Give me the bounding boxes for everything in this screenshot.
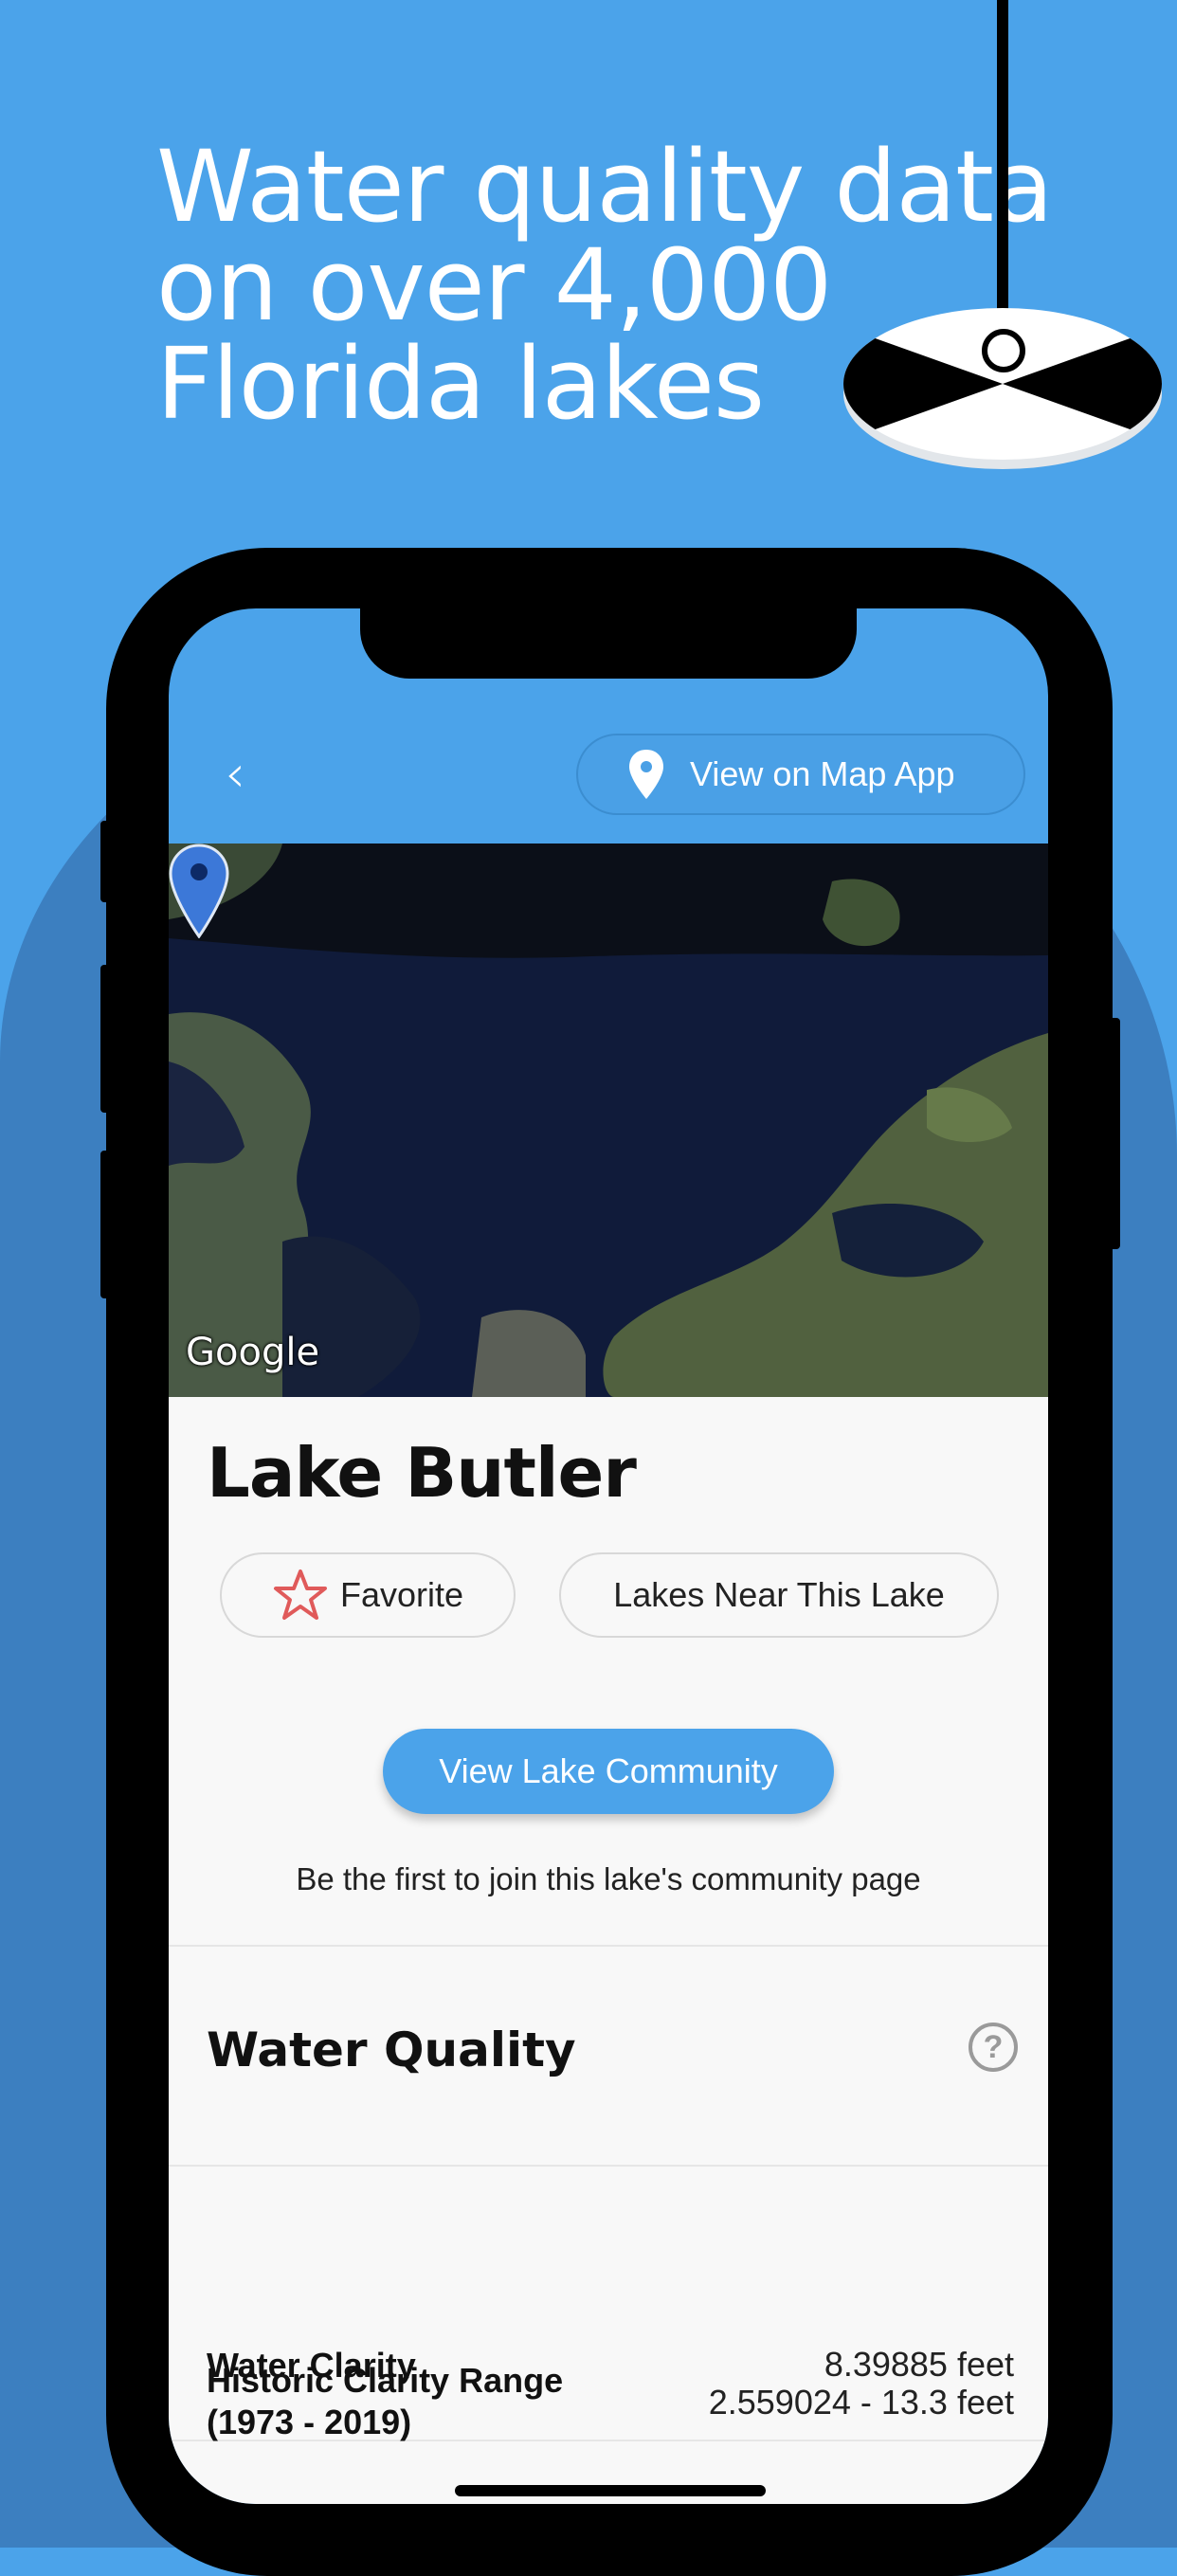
satellite-map[interactable]: Google — [169, 844, 1048, 1397]
divider — [169, 1945, 1048, 1947]
app-screen: ‹ View on Map App Google Lake Butler Fav… — [169, 608, 1048, 2504]
phone-power-button — [1107, 1018, 1120, 1249]
phone-mute-switch — [100, 821, 114, 902]
location-pin-icon — [629, 750, 663, 799]
map-imagery — [169, 844, 1048, 1397]
phone-volume-up — [100, 965, 114, 1113]
favorite-button[interactable]: Favorite — [220, 1552, 516, 1638]
google-attribution: Google — [186, 1331, 320, 1374]
disk-cord — [997, 0, 1008, 341]
lake-details: Lake Butler Favorite Lakes Near This Lak… — [169, 1397, 1048, 2504]
phone-notch — [360, 608, 857, 679]
historic-clarity-label-line-2: (1973 - 2019) — [207, 2403, 412, 2441]
lakes-near-this-lake-button[interactable]: Lakes Near This Lake — [559, 1552, 999, 1638]
view-lake-community-button[interactable]: View Lake Community — [383, 1729, 834, 1814]
water-quality-title: Water Quality — [207, 2023, 576, 2077]
map-app-button-label: View on Map App — [690, 754, 955, 793]
view-on-map-app-button[interactable]: View on Map App — [576, 734, 1025, 815]
favorite-label: Favorite — [339, 1575, 464, 1614]
lake-name: Lake Butler — [207, 1433, 637, 1513]
lakes-near-label: Lakes Near This Lake — [613, 1575, 945, 1614]
secchi-disk-illustration — [843, 0, 1166, 474]
star-outline-icon — [273, 1569, 327, 1620]
disk-ring — [982, 329, 1025, 372]
water-clarity-value: 8.39885 feet — [824, 2345, 1014, 2384]
back-button[interactable]: ‹ — [207, 746, 263, 803]
divider — [169, 2165, 1048, 2167]
historic-clarity-value: 2.559024 - 13.3 feet — [708, 2383, 1014, 2422]
historic-clarity-label-line-1: Historic Clarity Range — [207, 2361, 564, 2400]
question-circle-icon[interactable]: ? — [969, 2023, 1018, 2072]
phone-volume-down — [100, 1151, 114, 1298]
community-note: Be the first to join this lake's communi… — [296, 1861, 921, 1896]
home-indicator[interactable] — [455, 2485, 766, 2496]
map-location-pin-icon — [169, 844, 229, 938]
community-button-label: View Lake Community — [439, 1751, 778, 1790]
chevron-left-icon: ‹ — [225, 744, 245, 804]
